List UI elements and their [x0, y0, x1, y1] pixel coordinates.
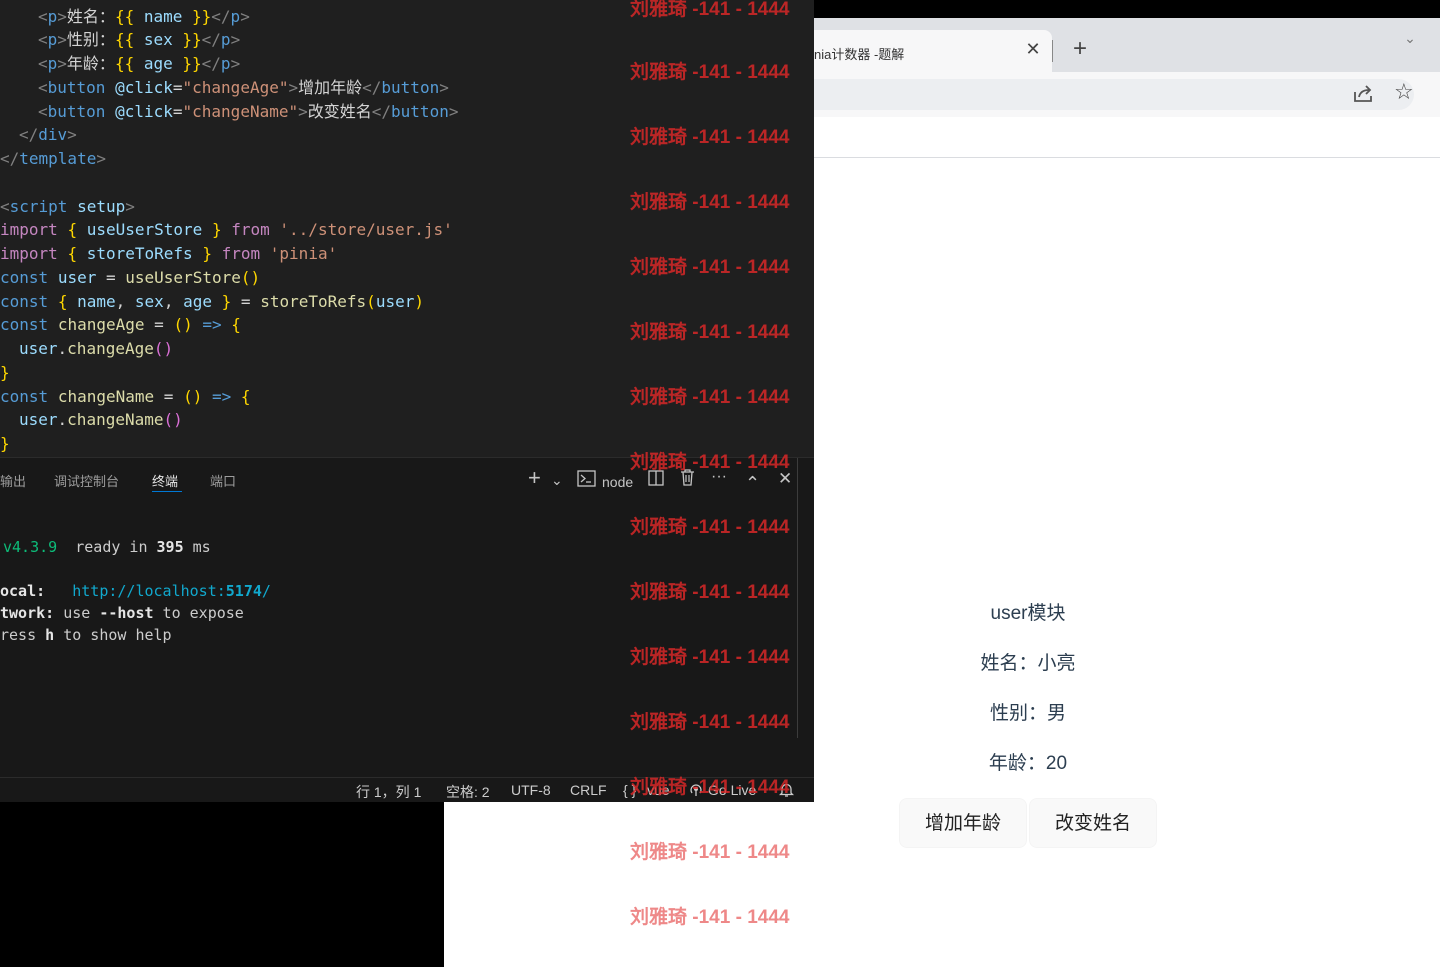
help-text-2: to show help [54, 626, 172, 644]
ready-ms: 395 [156, 538, 184, 556]
code-line: const user = useUserStore() [0, 268, 261, 287]
maximize-panel-icon[interactable]: ⌃ [745, 473, 760, 493]
status-bar: 行 1，列 1 空格: 2 UTF-8 CRLF { } vue Go Live [0, 777, 814, 802]
code-line: const { name, sex, age } = storeToRefs(u… [0, 292, 424, 311]
tab-close-icon[interactable]: ✕ [1024, 40, 1042, 58]
code-line: <p>性别：{{ sex }}</p> [38, 30, 241, 49]
network-text-2: to expose [153, 604, 244, 622]
terminal-line: v4.3.9 ready in 395 ms [3, 536, 211, 558]
local-url[interactable]: http://localhost: [72, 582, 226, 600]
code-line: user.changeAge() [19, 339, 174, 358]
code-line: import { storeToRefs } from 'pinia' [0, 244, 338, 263]
network-text: use [63, 604, 100, 622]
line-ending[interactable]: CRLF [570, 782, 607, 798]
terminal-line: twork: use --host to expose [0, 604, 244, 622]
bell-icon[interactable] [779, 782, 794, 798]
ready-unit: ms [183, 538, 211, 556]
local-label: ocal [0, 582, 37, 600]
tab-terminal[interactable]: 终端 [152, 471, 178, 490]
language-mode[interactable]: vue [647, 782, 670, 798]
more-icon[interactable]: ··· [711, 467, 727, 487]
code-editor[interactable]: <p>姓名：{{ name }}</p> <p>性别：{{ sex }}</p>… [0, 0, 814, 457]
chevron-down-icon[interactable]: ⌄ [551, 470, 563, 490]
tab-ports[interactable]: 端口 [210, 471, 236, 490]
new-tab-icon[interactable]: + [1068, 37, 1092, 62]
code-line: <p>姓名：{{ name }}</p> [38, 7, 250, 26]
terminal-scrollbar[interactable] [797, 458, 798, 738]
encoding[interactable]: UTF-8 [511, 782, 551, 798]
tab-search-icon[interactable]: ⌄ [1398, 30, 1422, 50]
vite-version: v4.3.9 [3, 538, 58, 556]
code-line: const changeAge = () => { [0, 315, 241, 334]
bookmark-star-icon[interactable]: ☆ [1394, 81, 1414, 103]
tab-separator [1052, 40, 1053, 62]
increase-age-button[interactable]: 增加年龄 [899, 798, 1027, 848]
code-line: <p>年龄：{{ age }}</p> [38, 54, 241, 73]
indentation[interactable]: 空格: 2 [446, 782, 490, 802]
share-icon[interactable] [1352, 83, 1374, 105]
trash-icon[interactable] [680, 469, 695, 486]
broadcast-icon [690, 784, 702, 796]
code-line: </div> [19, 125, 77, 144]
tab-output[interactable]: 输出 [0, 471, 26, 490]
code-line: <script setup> [0, 197, 135, 216]
network-label: twork [0, 604, 46, 622]
code-line: import { useUserStore } from '../store/u… [0, 220, 453, 239]
close-panel-icon[interactable]: ✕ [778, 469, 792, 489]
terminal-icon [577, 470, 596, 487]
tab-debug-console[interactable]: 调试控制台 [54, 471, 119, 490]
terminal-name[interactable]: node [602, 472, 633, 492]
network-flag: --host [99, 604, 154, 622]
cursor-position[interactable]: 行 1，列 1 [356, 782, 421, 802]
split-terminal-icon[interactable] [648, 470, 664, 486]
bottom-panel: 输出 调试控制台 终端 端口 + ⌄ node ··· ⌃ ✕ v4.3.9 r… [0, 457, 814, 777]
local-port[interactable]: 5174 [226, 582, 262, 600]
code-line: user.changeName() [19, 410, 183, 429]
change-name-button[interactable]: 改变姓名 [1029, 798, 1157, 848]
terminal-line: ocal: http://localhost:5174/ [0, 582, 271, 600]
code-line: } [0, 434, 10, 453]
terminal-line: ress h to show help [0, 624, 172, 646]
code-line: </template> [0, 149, 106, 168]
code-line: <button @click="changeAge">增加年龄</button> [38, 78, 449, 97]
new-terminal-icon[interactable]: + [528, 467, 541, 489]
code-line: } [0, 363, 10, 382]
ready-text: ready in [75, 538, 157, 556]
code-line: <button @click="changeName">改变姓名</button… [38, 102, 459, 121]
braces-icon: { } [623, 782, 637, 798]
browser-tab-title: nia计数器 -题解 [814, 47, 905, 62]
local-url-suffix[interactable]: / [262, 582, 271, 600]
go-live-button[interactable]: Go Live [708, 782, 756, 798]
active-tab-indicator [152, 491, 182, 492]
help-text: ress [0, 626, 46, 644]
panel-tabs: 输出 调试控制台 终端 端口 + ⌄ node ··· ⌃ ✕ [0, 458, 814, 500]
code-line: const changeName = () => { [0, 387, 251, 406]
help-key: h [45, 626, 55, 644]
vscode-window: <p>姓名：{{ name }}</p> <p>性别：{{ sex }}</p>… [0, 0, 814, 802]
